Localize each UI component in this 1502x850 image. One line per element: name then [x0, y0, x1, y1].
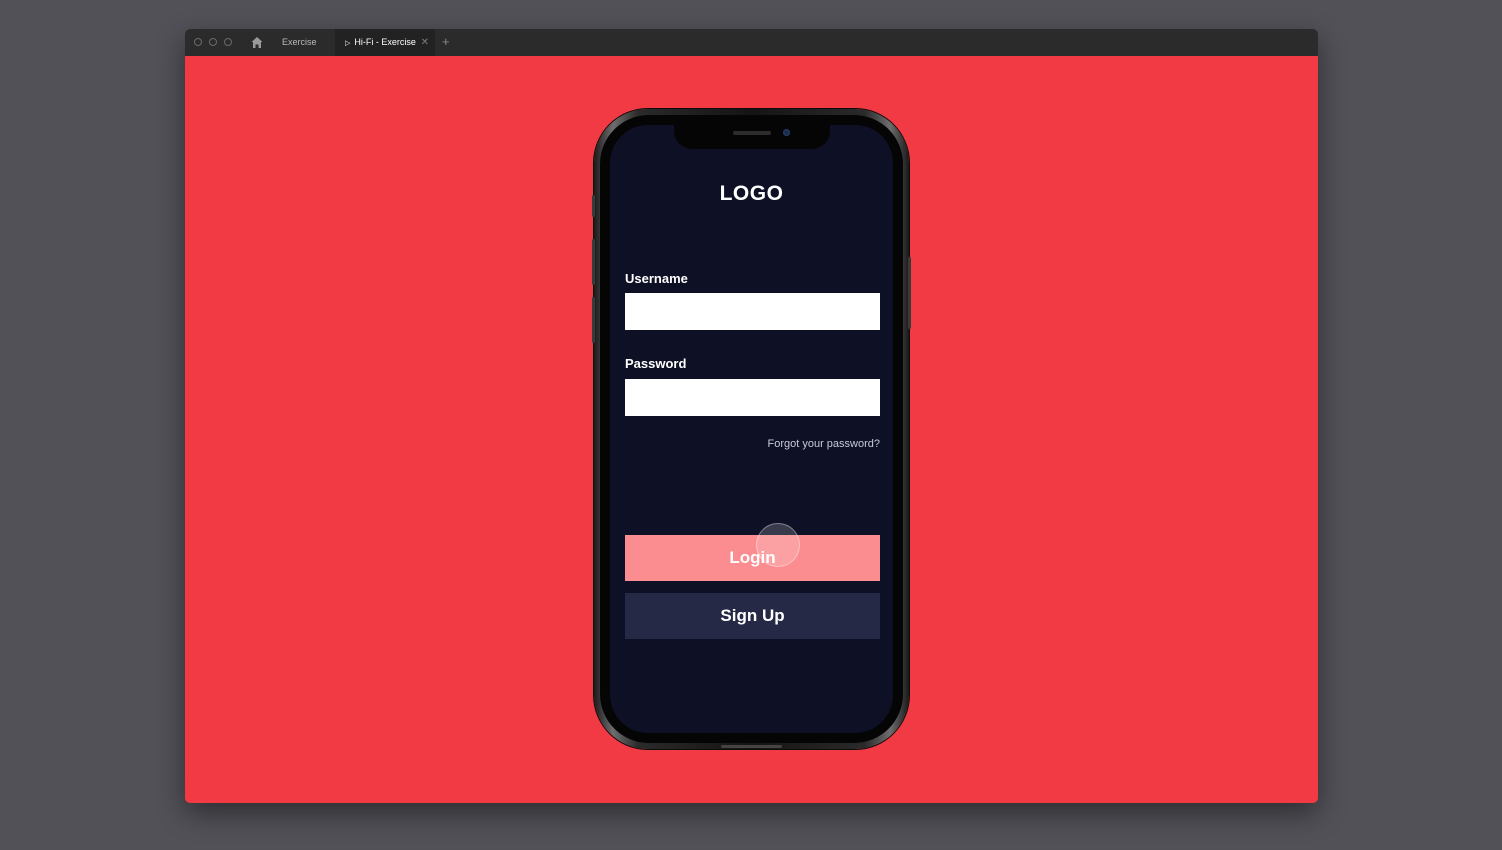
- tab-hi-fi-exercise[interactable]: ▷ Hi-Fi - Exercise ✕: [335, 29, 435, 56]
- tab-exercise[interactable]: Exercise: [282, 29, 317, 56]
- plus-icon[interactable]: +: [442, 29, 450, 56]
- password-label: Password: [625, 356, 687, 371]
- app-logo: LOGO: [719, 182, 784, 205]
- phone-power-button: [908, 257, 911, 329]
- password-input[interactable]: [625, 379, 880, 416]
- username-input[interactable]: [625, 293, 880, 330]
- close-icon[interactable]: ✕: [421, 29, 429, 56]
- tab-label: Hi-Fi - Exercise: [354, 37, 416, 47]
- tab-label: Exercise: [282, 37, 317, 47]
- phone-screen: LOGO Username Password Forgot your passw…: [610, 125, 893, 733]
- title-bar: Exercise ▷ Hi-Fi - Exercise ✕ +: [185, 29, 1318, 56]
- zoom-window-button[interactable]: [224, 38, 232, 46]
- prototype-window: Exercise ▷ Hi-Fi - Exercise ✕ + LOGO User…: [185, 29, 1318, 803]
- play-icon: ▷: [345, 40, 351, 47]
- phone-notch: [674, 125, 830, 149]
- phone-device: LOGO Username Password Forgot your passw…: [592, 109, 911, 749]
- phone-bottom-edge: [721, 745, 782, 748]
- signup-button[interactable]: Sign Up: [625, 593, 880, 639]
- forgot-password-link[interactable]: Forgot your password?: [768, 438, 881, 450]
- front-camera: [783, 129, 790, 136]
- username-label: Username: [625, 271, 688, 286]
- speaker-grille: [733, 131, 771, 135]
- phone-mute-switch: [592, 195, 595, 217]
- minimize-window-button[interactable]: [209, 38, 217, 46]
- phone-volume-down: [592, 297, 595, 343]
- login-button[interactable]: Login: [625, 535, 880, 581]
- home-icon[interactable]: [251, 36, 263, 49]
- close-window-button[interactable]: [194, 38, 202, 46]
- phone-volume-up: [592, 239, 595, 285]
